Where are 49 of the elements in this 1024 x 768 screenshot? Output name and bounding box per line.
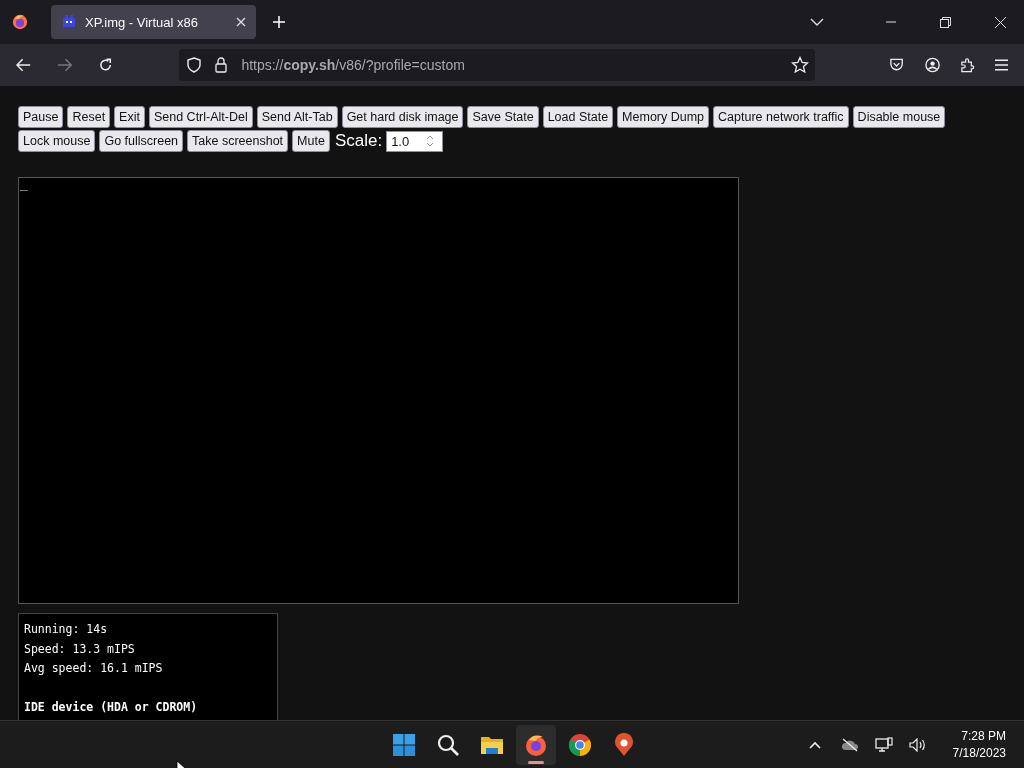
- cloud-off-icon[interactable]: [840, 737, 859, 752]
- bookmark-star-icon[interactable]: [791, 56, 810, 74]
- firefox-taskbar-icon[interactable]: [516, 724, 556, 765]
- new-tab-icon[interactable]: [272, 15, 286, 29]
- emulator-button[interactable]: Mute: [292, 130, 330, 152]
- back-icon[interactable]: [16, 58, 32, 72]
- emulator-button[interactable]: Memory Dump: [617, 106, 710, 128]
- emulator-button[interactable]: Go fullscreen: [99, 130, 184, 152]
- emulator-button[interactable]: Disable mouse: [852, 106, 946, 128]
- network-icon[interactable]: [874, 736, 893, 753]
- account-icon[interactable]: [924, 57, 940, 73]
- text-cursor: _: [20, 178, 28, 194]
- clock[interactable]: 7:28 PM 7/18/2023: [952, 727, 1006, 762]
- volume-icon[interactable]: [908, 737, 927, 752]
- info-line: Avg speed: 16.1 mIPS: [24, 660, 164, 677]
- emulator-button[interactable]: Capture network traffic: [713, 106, 849, 128]
- emulator-button[interactable]: Save State: [467, 106, 539, 128]
- info-line: IDE device (HDA or CDROM): [24, 699, 199, 716]
- emulator-button[interactable]: Send Alt-Tab: [256, 106, 338, 128]
- spinner-icon[interactable]: [426, 135, 435, 147]
- pocket-icon[interactable]: [889, 57, 905, 73]
- menu-icon[interactable]: [994, 59, 1008, 71]
- emulator-button[interactable]: Load State: [542, 106, 614, 128]
- emulator-button[interactable]: Exit: [114, 106, 145, 128]
- scale-label: Scale:: [334, 131, 383, 151]
- info-line: Running: 14s: [24, 621, 109, 638]
- emulator-button[interactable]: Pause: [18, 106, 64, 128]
- address-bar[interactable]: https://copy.sh/v86/?profile=custom: [179, 49, 816, 81]
- browser-logo-icon[interactable]: [11, 13, 29, 31]
- emulator-button[interactable]: Take screenshot: [187, 130, 289, 152]
- restore-icon[interactable]: [940, 16, 951, 28]
- favicon-icon: [61, 14, 77, 30]
- emulator-button[interactable]: Reset: [67, 106, 111, 128]
- chevron-down-icon[interactable]: [810, 18, 824, 26]
- close-icon[interactable]: [995, 16, 1006, 28]
- lock-icon[interactable]: [215, 57, 228, 73]
- shield-icon[interactable]: [187, 57, 202, 73]
- emulator-screen[interactable]: _: [18, 177, 739, 604]
- emulator-button[interactable]: Get hard disk image: [341, 106, 464, 128]
- browser-tab[interactable]: XP.img - Virtual x86: [51, 5, 256, 39]
- forward-icon[interactable]: [57, 58, 73, 72]
- extensions-icon[interactable]: [959, 57, 975, 73]
- emulator-button[interactable]: Send Ctrl-Alt-Del: [148, 106, 253, 128]
- chevron-up-icon[interactable]: [808, 740, 821, 749]
- reload-icon[interactable]: [98, 57, 114, 73]
- close-tab-icon[interactable]: [236, 17, 246, 27]
- info-line: Speed: 13.3 mIPS: [24, 640, 136, 658]
- emulator-button[interactable]: Lock mouse: [18, 130, 96, 152]
- scale-field[interactable]: 1.0: [386, 130, 444, 152]
